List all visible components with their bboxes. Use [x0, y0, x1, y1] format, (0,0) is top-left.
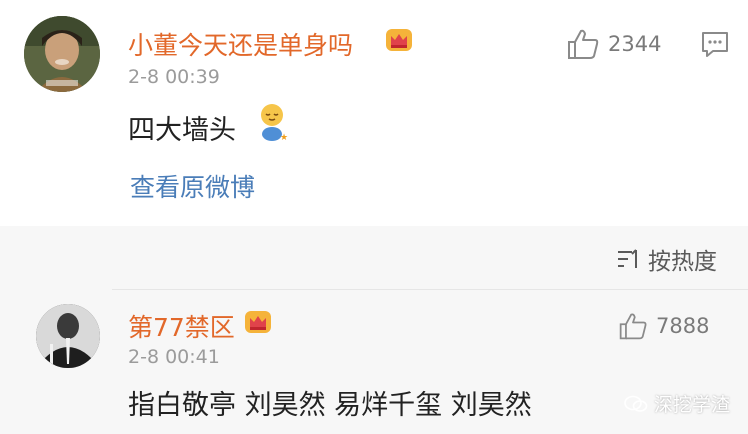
- like-button[interactable]: 2344: [566, 28, 661, 60]
- comment-card: 小董今天还是单身吗 2-8 00:39 2344 四大墙头 ★ 查看原微博: [0, 0, 748, 226]
- username[interactable]: 小董今天还是单身吗: [128, 26, 353, 62]
- timestamp: 2-8 00:41: [128, 346, 220, 368]
- crown-badge-icon: [386, 29, 412, 51]
- crown-badge-icon: [245, 311, 271, 333]
- comment-feed: 小董今天还是单身吗 2-8 00:39 2344 四大墙头 ★ 查看原微博 按热…: [0, 0, 748, 434]
- sort-label: 按热度: [648, 249, 717, 275]
- svg-text:★: ★: [280, 133, 288, 142]
- watermark-text: 深挖学渣: [654, 394, 731, 416]
- sort-icon: [618, 249, 637, 268]
- sort-toggle[interactable]: 按热度: [616, 242, 717, 276]
- thumbs-up-icon: [568, 29, 599, 59]
- username[interactable]: 第77禁区: [128, 308, 235, 344]
- like-count: 7888: [656, 314, 710, 338]
- thumbs-up-icon: [619, 313, 647, 340]
- comment-text: 四大墙头: [128, 115, 236, 146]
- sleepy-emoji-icon: ★: [261, 104, 288, 142]
- comment-text: 指白敬亭 刘昊然 易烊千玺 刘昊然: [128, 390, 532, 421]
- like-count: 2344: [608, 32, 662, 56]
- divider: [112, 289, 748, 290]
- view-original-link[interactable]: 查看原微博: [130, 168, 255, 204]
- like-button[interactable]: 7888: [618, 311, 709, 341]
- wechat-icon: [624, 395, 648, 412]
- timestamp: 2-8 00:39: [128, 66, 220, 88]
- avatar[interactable]: [36, 304, 100, 368]
- comment-icon[interactable]: [700, 30, 730, 58]
- watermark: 深挖学渣: [624, 390, 730, 417]
- avatar[interactable]: [24, 16, 100, 92]
